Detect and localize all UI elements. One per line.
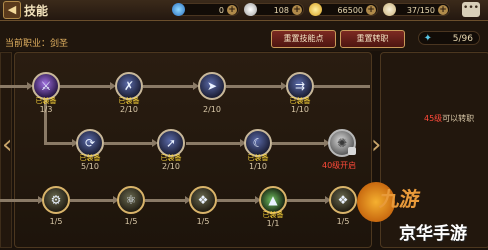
crystal-resource: 0 + — [172, 3, 239, 16]
blade-rush-icon: ➚ — [165, 136, 177, 150]
skill-level: 1/3 — [39, 105, 53, 114]
gold-coin-icon — [309, 3, 322, 16]
passive-4-icon: ▲ — [268, 193, 278, 207]
reset-skills-button[interactable]: 重置技能点 — [271, 30, 336, 48]
passive-3-icon: ❖ — [197, 193, 209, 207]
watermark-text: 京华手游 — [399, 224, 467, 244]
current-job-label: 当前职业：剑圣 — [5, 39, 69, 49]
gold-value: 66500 — [337, 6, 363, 15]
add-silver-button[interactable]: + — [292, 5, 302, 15]
connector-line — [272, 142, 326, 145]
transfer-level: 45级 — [424, 114, 443, 123]
watermark-logo-text: 九游 — [378, 187, 422, 211]
silver-resource: 108 + — [244, 3, 304, 16]
add-gold-button[interactable]: + — [366, 5, 376, 15]
skill-level: 1/10 — [291, 105, 309, 114]
scroll-right-arrow-icon[interactable]: › — [371, 125, 381, 165]
stamina-resource: 37/150 + — [383, 3, 450, 16]
skill-level: 1/1 — [266, 219, 280, 228]
back-arrow-icon[interactable]: ◀ — [3, 1, 21, 19]
sub-header: 当前职业：剑圣 重置技能点 重置转职 ✦ 5/96 — [0, 21, 488, 51]
page-title: 技能 — [24, 4, 49, 18]
connector-line — [226, 85, 284, 88]
skill-level: 1/5 — [124, 217, 138, 226]
skill-level: 2/10 — [203, 105, 221, 114]
silver-coin-icon — [244, 3, 257, 16]
connector-line — [70, 199, 115, 202]
gold-resource: 66500 + — [309, 3, 378, 16]
connector-line — [217, 199, 257, 202]
skill-points-value: 5/96 — [452, 34, 473, 44]
whirlwind-icon: ⟳ — [84, 136, 96, 150]
skill-level: 2/10 — [162, 162, 180, 171]
reset-transfer-button[interactable]: 重置转职 — [340, 30, 405, 48]
add-stamina-button[interactable]: + — [438, 5, 448, 15]
connector-line — [143, 85, 196, 88]
connector-line — [44, 142, 74, 145]
skill-level: 1/5 — [49, 217, 63, 226]
crystal-icon — [172, 3, 185, 16]
crescent-slash-icon: ☾ — [252, 136, 264, 150]
passive-5-icon: ❖ — [337, 193, 349, 207]
connector-line — [314, 85, 370, 88]
connector-line — [287, 199, 327, 202]
stamina-value: 37/150 — [406, 6, 435, 15]
skill-level: 2/10 — [120, 105, 138, 114]
connector-line — [186, 142, 242, 145]
skill-level: 5/10 — [81, 162, 99, 171]
triple-strike-icon: ✗ — [123, 79, 135, 93]
arrow-volley-icon: ⇉ — [294, 79, 306, 93]
connector-line — [104, 142, 154, 145]
skill-slot[interactable]: ❖ — [329, 186, 357, 214]
skill-slot[interactable]: ⚙ — [42, 186, 70, 214]
silver-value: 108 — [273, 6, 289, 15]
passive-1-icon: ⚙ — [50, 193, 62, 207]
crystal-value: 0 — [218, 6, 224, 15]
skill-points-counter: ✦ 5/96 — [418, 31, 480, 45]
scroll-left-arrow-icon[interactable]: ‹ — [2, 125, 12, 165]
passive-2-icon: ⚛ — [125, 193, 137, 207]
chat-icon[interactable]: ••• — [462, 2, 480, 17]
connector-line — [60, 85, 113, 88]
skill-level: 1/5 — [336, 217, 350, 226]
skill-level: 1/10 — [249, 162, 267, 171]
skill-slot[interactable]: ❖ — [189, 186, 217, 214]
skill-slot[interactable]: ⚛ — [117, 186, 145, 214]
transfer-text: 可以转职 — [442, 114, 475, 123]
skill-level: 1/5 — [196, 217, 210, 226]
skill-point-icon: ✦ — [423, 33, 432, 44]
add-crystal-button[interactable]: + — [227, 5, 237, 15]
sword-slash-icon: ⚔ — [40, 79, 52, 93]
dash-attack-icon: ➤ — [206, 79, 218, 93]
transfer-notice: 45级可以转职 — [424, 113, 474, 124]
skill-slot[interactable]: ➤ — [198, 72, 226, 100]
stamina-icon — [383, 3, 396, 16]
top-bar: ◀ 技能 0 + 108 + 66500 + 37/150 + ••• — [0, 0, 488, 21]
unlock-level-text: 40级开启 — [322, 161, 357, 170]
connector-line — [145, 199, 187, 202]
connector-line — [0, 85, 30, 88]
lock-icon — [348, 147, 356, 155]
connector-line — [0, 199, 40, 202]
